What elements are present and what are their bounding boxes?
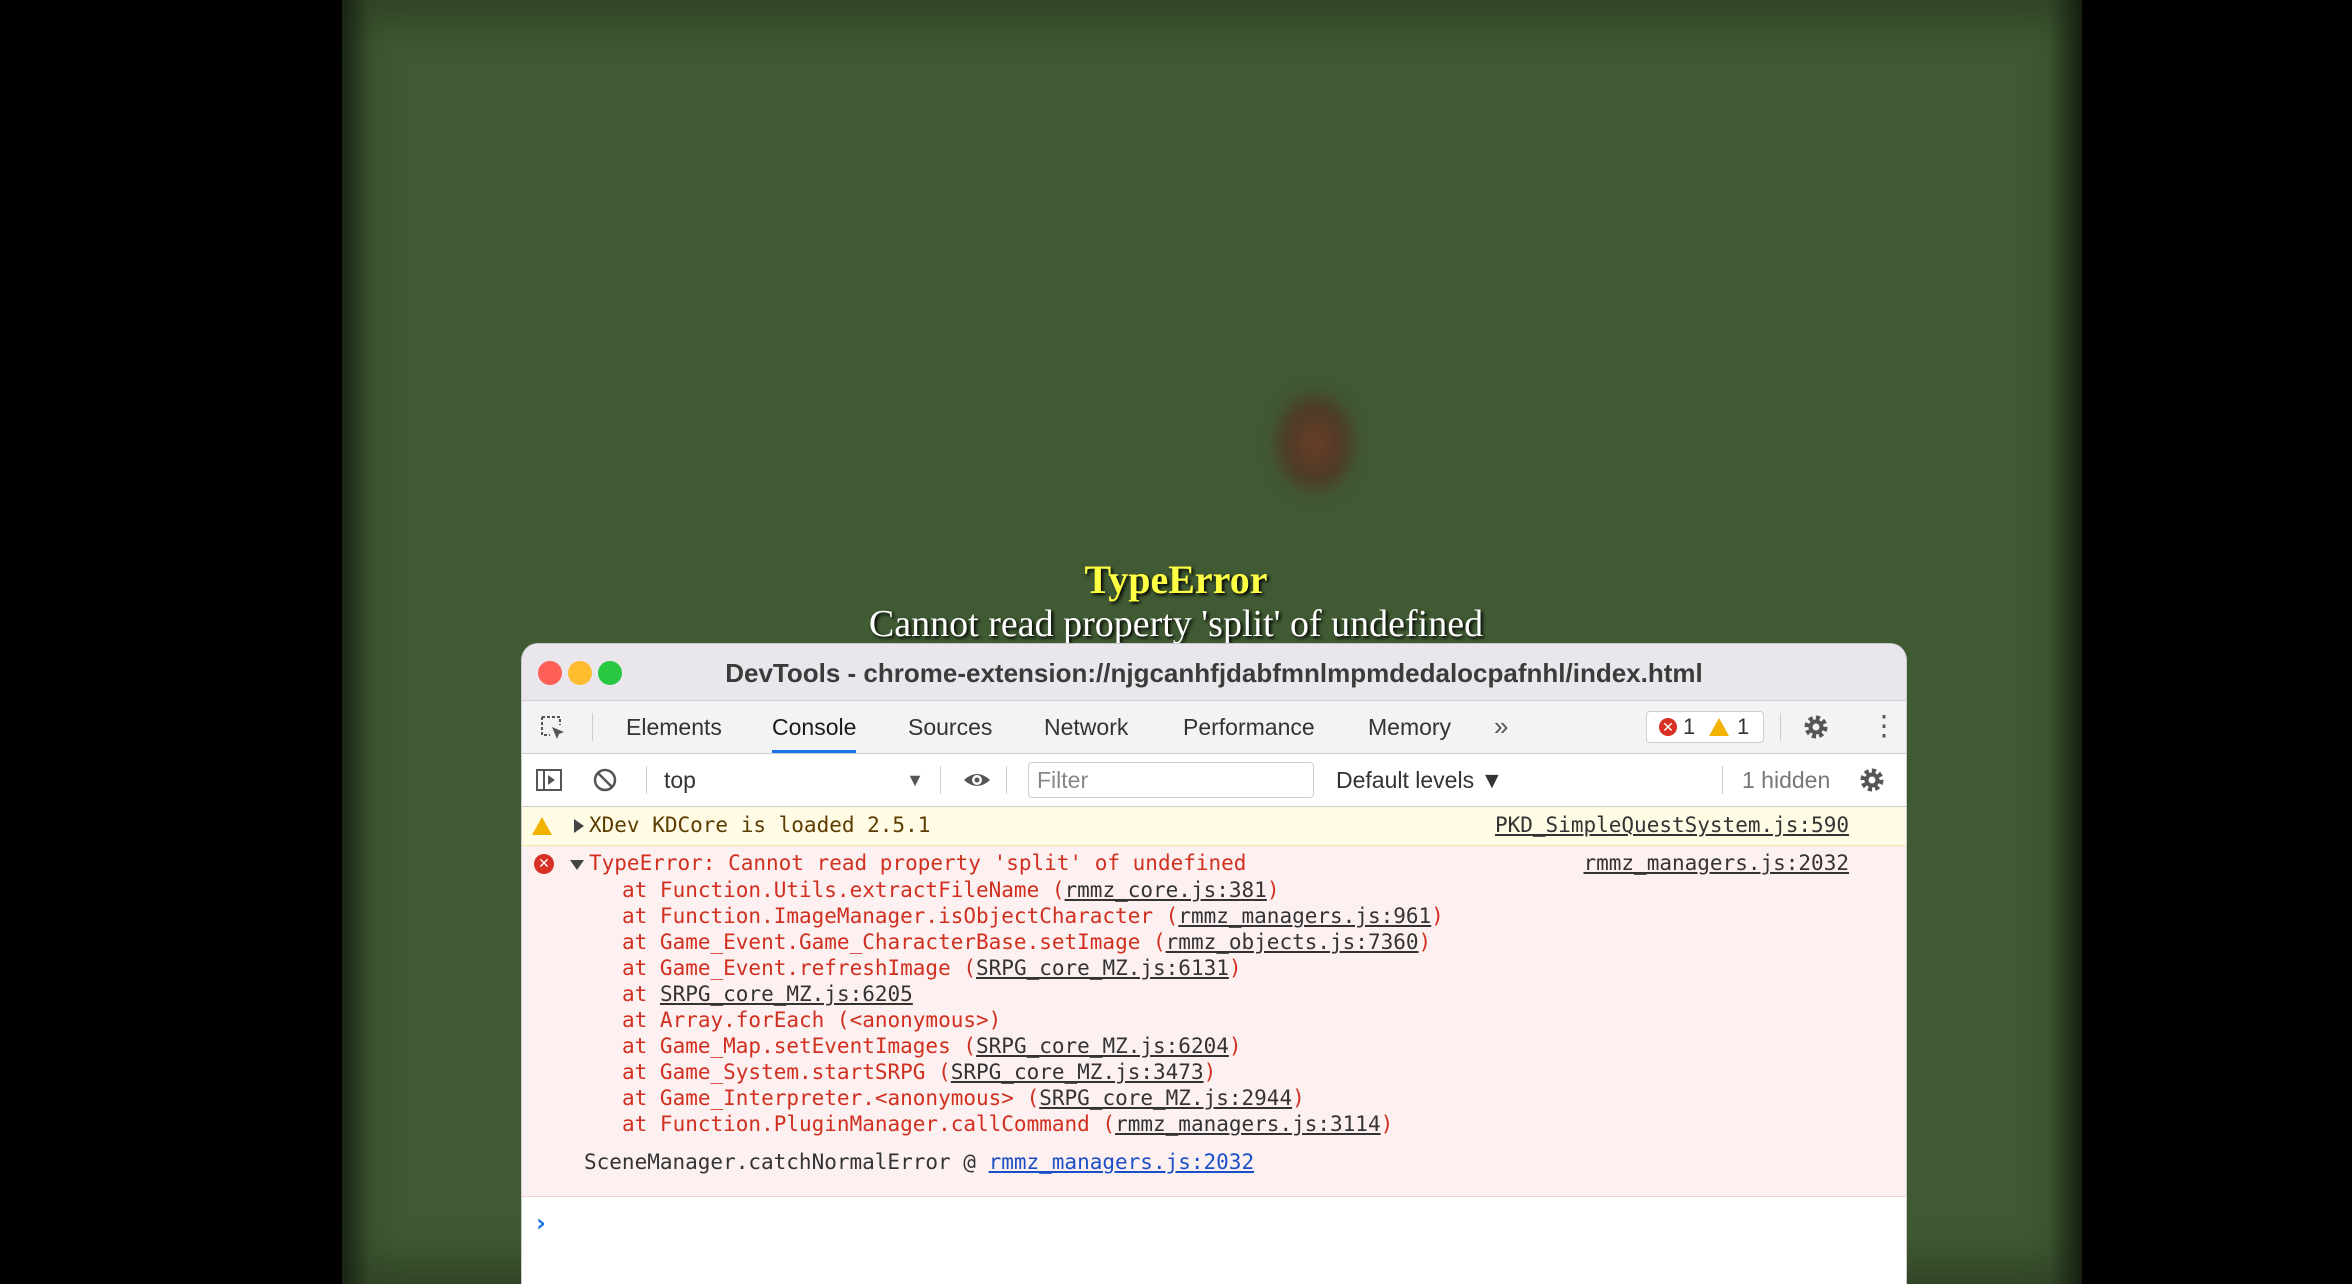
stack-trace: at Function.Utils.extractFileName (rmmz_…	[622, 877, 1444, 1137]
tab-sources[interactable]: Sources	[908, 701, 992, 753]
stack-frame: at Game_Event.Game_CharacterBase.setImag…	[622, 930, 1432, 954]
more-tabs-button[interactable]: »	[1494, 711, 1508, 742]
stack-frame-link[interactable]: SRPG_core_MZ.js:2944	[1039, 1086, 1292, 1110]
stack-frame-link[interactable]: SRPG_core_MZ.js:6205	[660, 982, 913, 1006]
game-error-title: TypeError	[1084, 557, 1268, 602]
stack-frame-link[interactable]: rmmz_managers.js:3114	[1115, 1112, 1381, 1136]
tab-separator	[1780, 713, 1781, 741]
warning-text: XDev KDCore is loaded 2.5.1	[589, 813, 931, 837]
settings-gear-icon[interactable]	[1800, 711, 1832, 743]
warning-icon	[532, 817, 552, 835]
toolbar-separator	[940, 766, 941, 794]
devtools-window: DevTools - chrome-extension://njgcanhfjd…	[522, 644, 1906, 1284]
console-error-message[interactable]: ✕ TypeError: Cannot read property 'split…	[522, 846, 1906, 1197]
expand-arrow-icon[interactable]	[574, 819, 584, 833]
error-count: 1	[1683, 714, 1696, 739]
stack-frame: at Function.ImageManager.isObjectCharact…	[622, 904, 1444, 928]
tab-console[interactable]: Console	[772, 701, 857, 753]
issues-counter[interactable]: ✕ 1 1	[1646, 711, 1764, 743]
stack-frame: at Function.PluginManager.callCommand (r…	[622, 1112, 1394, 1136]
error-headline: TypeError: Cannot read property 'split' …	[589, 851, 1247, 875]
stack-frame: at Game_Interpreter.<anonymous> (SRPG_co…	[622, 1086, 1305, 1110]
stack-frame-link[interactable]: rmmz_objects.js:7360	[1166, 930, 1419, 954]
stack-frame: at Array.forEach (<anonymous>)	[622, 1008, 1002, 1032]
context-selector[interactable]: top ▼	[664, 764, 924, 796]
show-sidebar-icon[interactable]	[534, 765, 564, 795]
window-title: DevTools - chrome-extension://njgcanhfjd…	[725, 658, 1703, 688]
clear-console-icon[interactable]	[590, 765, 620, 795]
warning-count: 1	[1737, 714, 1750, 739]
toolbar-separator	[1722, 766, 1723, 794]
live-expression-eye-icon[interactable]	[962, 765, 992, 795]
console-prompt-chevron-icon[interactable]: ›	[536, 1209, 546, 1237]
tab-elements[interactable]: Elements	[626, 701, 722, 753]
character-sprite	[1270, 388, 1360, 498]
toolbar-separator	[1006, 766, 1007, 794]
console-warning-message[interactable]: XDev KDCore is loaded 2.5.1 PKD_SimpleQu…	[522, 807, 1906, 846]
toolbar-separator	[646, 766, 647, 794]
context-value: top	[664, 767, 696, 793]
error-source-link[interactable]: rmmz_managers.js:2032	[1583, 851, 1849, 875]
tab-performance[interactable]: Performance	[1183, 701, 1315, 753]
inspect-element-icon[interactable]	[538, 713, 568, 743]
filter-input[interactable]	[1028, 762, 1314, 798]
devtools-titlebar: DevTools - chrome-extension://njgcanhfjd…	[522, 644, 1906, 701]
log-levels-dropdown[interactable]: Default levels ▼	[1336, 764, 1503, 796]
tab-memory[interactable]: Memory	[1368, 701, 1451, 753]
chevron-down-icon: ▼	[906, 770, 924, 790]
stack-frame-link[interactable]: SRPG_core_MZ.js:6204	[976, 1034, 1229, 1058]
devtools-tabbar: Elements Console Sources Network Perform…	[522, 701, 1906, 754]
game-error-message: Cannot read property 'split' of undefine…	[868, 603, 1484, 645]
warning-icon	[1709, 718, 1729, 736]
console-settings-gear-icon[interactable]	[1856, 764, 1888, 796]
stack-frame-link[interactable]: rmmz_managers.js:961	[1178, 904, 1431, 928]
error-origin-line: SceneManager.catchNormalError @ rmmz_man…	[584, 1150, 1255, 1174]
error-icon: ✕	[534, 854, 554, 874]
collapse-arrow-icon[interactable]	[570, 860, 584, 870]
tab-network[interactable]: Network	[1044, 701, 1128, 753]
stack-frame-link[interactable]: SRPG_core_MZ.js:6131	[976, 956, 1229, 980]
stack-frame: at Game_Event.refreshImage (SRPG_core_MZ…	[622, 956, 1242, 980]
error-icon: ✕	[1659, 718, 1677, 736]
console-toolbar: top ▼ Default levels ▼ 1 hidden	[522, 754, 1906, 807]
stack-frame: at Game_System.startSRPG (SRPG_core_MZ.j…	[622, 1060, 1217, 1084]
stack-frame: at Function.Utils.extractFileName (rmmz_…	[622, 878, 1280, 902]
hidden-messages-count: 1 hidden	[1742, 767, 1831, 793]
tab-separator	[592, 713, 593, 741]
stack-frame: at SRPG_core_MZ.js:6205	[622, 982, 913, 1006]
more-options-icon[interactable]: ⋮	[1870, 711, 1898, 741]
stack-frame-link[interactable]: SRPG_core_MZ.js:3473	[951, 1060, 1204, 1084]
warning-source-link[interactable]: PKD_SimpleQuestSystem.js:590	[1495, 813, 1849, 837]
error-origin-link[interactable]: rmmz_managers.js:2032	[989, 1150, 1255, 1174]
stack-frame: at Game_Map.setEventImages (SRPG_core_MZ…	[622, 1034, 1242, 1058]
stack-frame-link[interactable]: rmmz_core.js:381	[1065, 878, 1267, 902]
